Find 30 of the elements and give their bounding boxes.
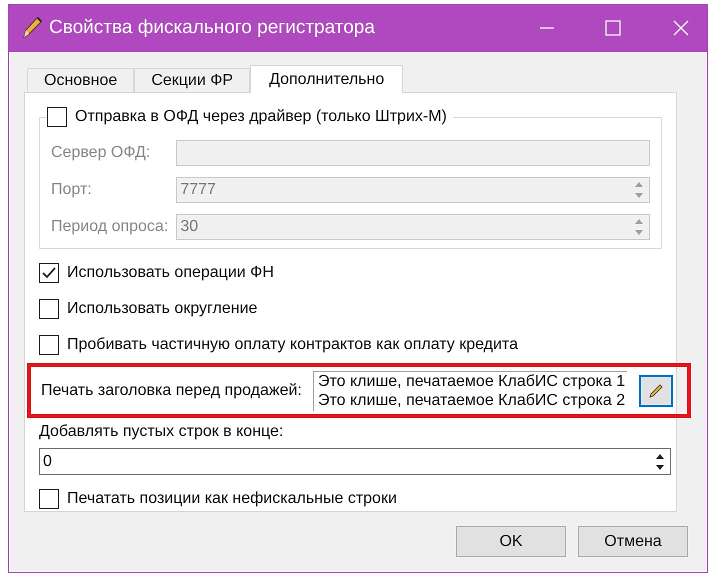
field-label: Печать заголовка перед продажей: [41,380,303,401]
dialog-button[interactable]: OK [456,526,566,557]
checkbox-label: Отправка в ОФД через драйвер (только Штрих-М) [75,107,447,127]
window-title: Свойства фискального регистратора [49,16,375,40]
field-label: Добавлять пустых строк в конце: [39,422,284,442]
pencil-icon [648,382,664,399]
checkbox-label: Печатать позиции как нефискальные строки [67,489,397,509]
checkbox[interactable] [39,263,59,284]
close-icon[interactable] [673,20,689,36]
tab[interactable]: Дополнительно [250,65,404,93]
checkbox-label: Пробивать частичную оплату контрактов как оплату кредита [67,335,518,356]
checkbox-label: Использовать округление [67,299,258,320]
maximize-icon[interactable] [605,20,621,36]
memo-line: Это клише, печатаемое КлабИС строка 1 [318,372,626,392]
checkbox[interactable] [39,299,59,320]
checkbox[interactable] [47,107,67,127]
checkbox[interactable] [39,335,59,356]
memo-field[interactable]: Это клише, печатаемое КлабИС строка 1 Это клише, печатаемое КлабИС строка 2 [313,370,627,411]
edit-button[interactable] [639,374,673,407]
memo-line: Это клише, печатаемое КлабИС строка 2 [318,391,626,410]
spin-field[interactable]: 0 [39,448,671,475]
checkbox-label: Использовать операции ФН [67,263,274,284]
pencil-icon [21,16,43,40]
tab[interactable]: Секции ФР [134,68,250,92]
checkbox[interactable] [39,489,59,509]
dialog-button[interactable]: Отмена [578,526,688,557]
field-label: Порт: [51,180,93,200]
field-label: Период опроса: [51,217,170,237]
field-label: Сервер ОФД: [51,143,152,163]
tab[interactable]: Основное [27,68,134,92]
